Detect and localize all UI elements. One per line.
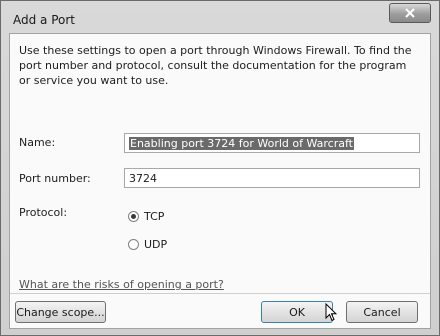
udp-label: UDP [144, 238, 168, 251]
port-number-input[interactable]: 3724 [124, 168, 420, 188]
mouse-pointer-icon [325, 302, 338, 325]
name-label: Name: [19, 136, 56, 149]
tcp-label: TCP [144, 210, 165, 223]
window-title: Add a Port [13, 13, 76, 27]
dialog-body: Use these settings to open a port throug… [9, 33, 431, 329]
port-number-value: 3724 [129, 172, 157, 185]
port-number-label: Port number: [19, 172, 91, 185]
udp-radio[interactable] [128, 239, 139, 250]
tcp-radio-option[interactable]: TCP [128, 210, 164, 223]
name-input-value: Enabling port 3724 for World of Warcraft [129, 137, 354, 150]
close-icon [405, 8, 415, 18]
change-scope-button[interactable]: Change scope... [15, 301, 106, 323]
cancel-button[interactable]: Cancel [346, 301, 418, 323]
port-risks-link[interactable]: What are the risks of opening a port? [19, 278, 224, 291]
instructions-text: Use these settings to open a port throug… [19, 44, 412, 87]
ok-button[interactable]: OK [261, 301, 333, 323]
name-input[interactable]: Enabling port 3724 for World of Warcraft [124, 133, 420, 153]
tcp-radio[interactable] [128, 211, 139, 222]
close-button[interactable] [389, 3, 431, 23]
add-port-dialog: Add a Port Use these settings to open a … [0, 0, 440, 336]
udp-radio-option[interactable]: UDP [128, 238, 167, 251]
protocol-label: Protocol: [19, 206, 68, 219]
divider [10, 293, 430, 294]
